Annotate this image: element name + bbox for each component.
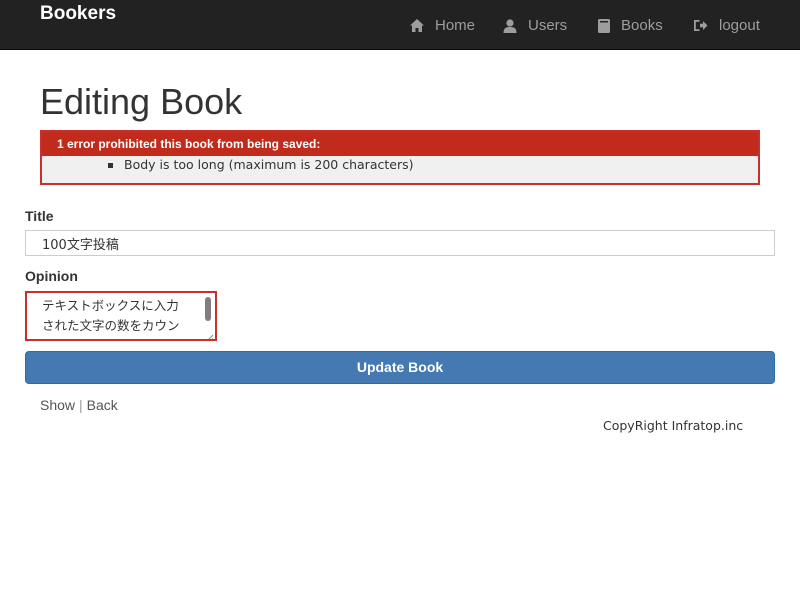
update-book-button[interactable]: Update Book bbox=[25, 351, 775, 384]
footer-copyright: CopyRight Infratop.inc bbox=[603, 418, 744, 433]
error-message: Body is too long (maximum is 200 charact… bbox=[108, 157, 413, 173]
title-label: Title bbox=[25, 208, 54, 224]
error-header: 1 error prohibited this book from being … bbox=[42, 132, 758, 156]
textarea-scrollbar[interactable] bbox=[205, 297, 211, 321]
nav-logout-label: logout bbox=[719, 17, 760, 34]
resize-handle-icon[interactable] bbox=[205, 329, 214, 339]
navbar: Bookers Home Users Books logout bbox=[0, 0, 800, 50]
link-separator: | bbox=[79, 397, 83, 413]
opinion-label: Opinion bbox=[25, 268, 78, 284]
error-list: Body is too long (maximum is 200 charact… bbox=[108, 157, 413, 173]
nav-logout[interactable]: logout bbox=[693, 17, 760, 34]
home-icon bbox=[410, 19, 424, 32]
opinion-line-2: された文字の数をカウン bbox=[42, 318, 180, 333]
error-explanation: 1 error prohibited this book from being … bbox=[40, 130, 760, 185]
user-icon bbox=[503, 18, 517, 33]
page-title: Editing Book bbox=[40, 81, 243, 122]
book-icon bbox=[598, 18, 610, 33]
back-link[interactable]: Back bbox=[87, 397, 118, 413]
nav-links: Show | Back bbox=[40, 397, 118, 413]
nav-users[interactable]: Users bbox=[503, 17, 567, 34]
nav-home-label: Home bbox=[435, 17, 476, 34]
nav-home[interactable]: Home bbox=[410, 17, 475, 34]
nav-books[interactable]: Books bbox=[598, 17, 663, 34]
logout-icon bbox=[693, 19, 708, 32]
brand-link[interactable]: Bookers bbox=[40, 3, 116, 25]
nav-books-label: Books bbox=[621, 17, 663, 34]
show-link[interactable]: Show bbox=[40, 397, 75, 413]
nav-users-label: Users bbox=[528, 17, 568, 34]
title-input[interactable] bbox=[25, 230, 775, 256]
opinion-line-1: テキストボックスに入力 bbox=[42, 298, 179, 313]
opinion-text: テキストボックスに入力 された文字の数をカウン bbox=[42, 296, 202, 336]
opinion-textarea[interactable]: テキストボックスに入力 された文字の数をカウン bbox=[25, 291, 217, 341]
